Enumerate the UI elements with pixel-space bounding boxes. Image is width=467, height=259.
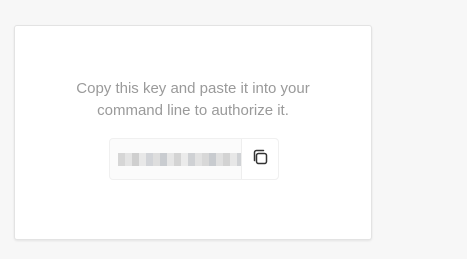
authorize-key-card: Copy this key and paste it into your com… bbox=[14, 25, 372, 240]
auth-key-field bbox=[109, 138, 279, 180]
copy-key-button[interactable] bbox=[241, 139, 278, 179]
authorize-instructions: Copy this key and paste it into your com… bbox=[15, 78, 371, 122]
copy-icon bbox=[251, 148, 269, 171]
obscured-auth-key bbox=[118, 153, 244, 166]
instructions-line-2: command line to authorize it. bbox=[97, 102, 289, 119]
instructions-line-1: Copy this key and paste it into your bbox=[76, 80, 310, 97]
